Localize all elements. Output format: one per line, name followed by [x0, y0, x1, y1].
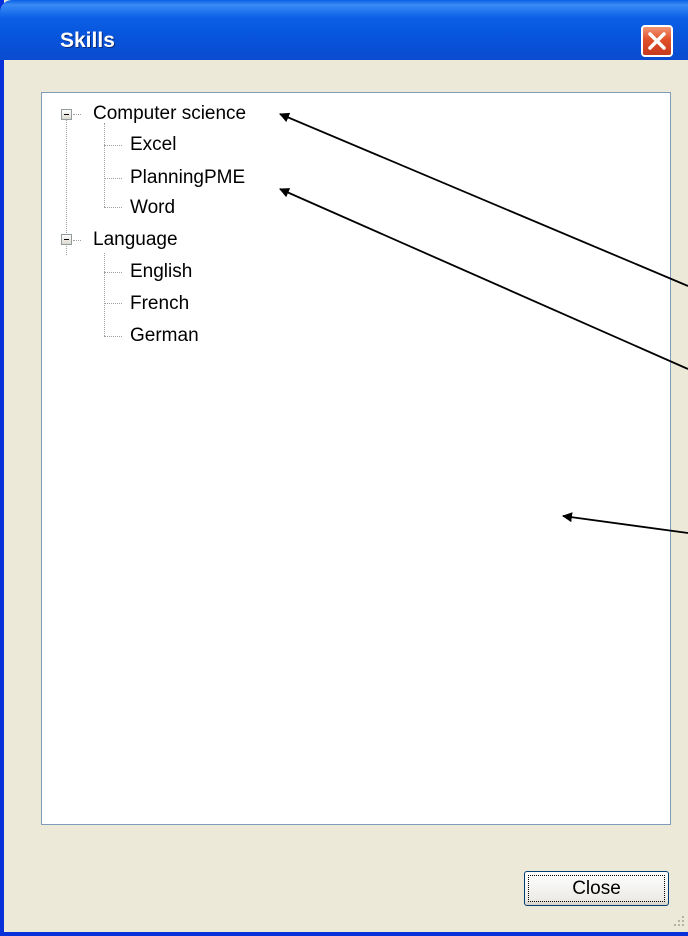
annotation-arrow: [562, 512, 688, 534]
annotation-arrow: [279, 112, 688, 287]
annotation-arrows: [279, 112, 688, 534]
annotation-arrow: [279, 188, 688, 370]
